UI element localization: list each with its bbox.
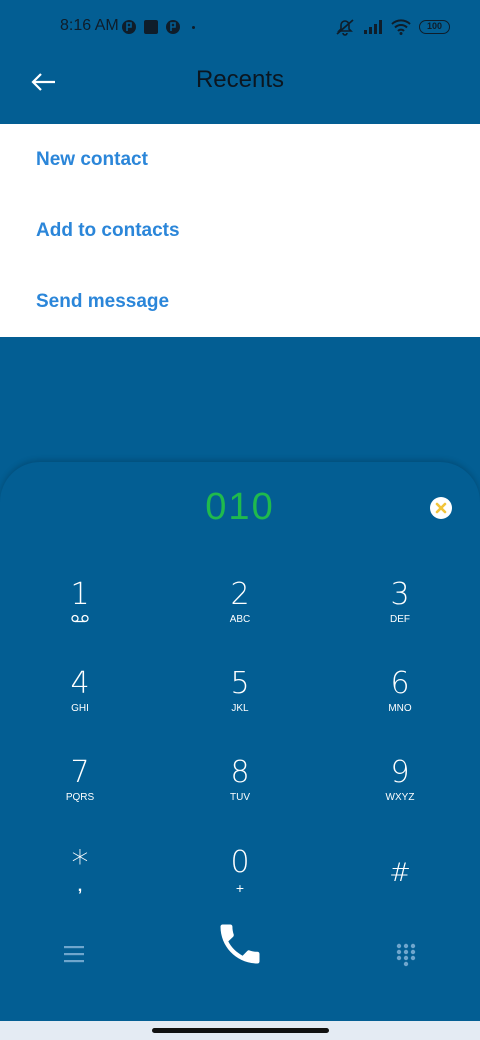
- key-digit: 8: [230, 755, 250, 790]
- clear-icon: [430, 497, 452, 519]
- home-indicator[interactable]: [152, 1028, 329, 1033]
- key-letters: +: [235, 880, 245, 896]
- key-0[interactable]: 0 +: [180, 846, 300, 926]
- key-digit: 1: [70, 577, 90, 612]
- status-dot-icon: [192, 26, 195, 29]
- menu-button[interactable]: [62, 944, 86, 964]
- key-letters: DEF: [390, 614, 410, 625]
- notif-icon-2: [144, 20, 158, 34]
- key-1[interactable]: 1: [20, 578, 140, 658]
- key-letters: JKL: [231, 703, 249, 714]
- key-hash[interactable]: #: [340, 856, 460, 936]
- key-digit: 2: [230, 577, 250, 612]
- key-letters: ABC: [229, 614, 251, 625]
- key-5[interactable]: 5 JKL: [180, 667, 300, 747]
- key-digit: 3: [390, 577, 410, 612]
- status-bar: 8:16 AM 100: [0, 0, 480, 56]
- wifi-icon: [391, 19, 411, 35]
- dialpad-toggle-button[interactable]: [395, 942, 417, 968]
- call-button[interactable]: [214, 918, 266, 970]
- notif-icon-1: [122, 20, 136, 34]
- nav-bar: [0, 1021, 480, 1040]
- key-letters: GHI: [71, 703, 89, 714]
- recents-menu: New contact Add to contacts Send message: [0, 124, 480, 337]
- dialer-panel: 010 1 2 ABC 3 DEF 4 GHI 5 JKL 6 MNO 7 PQ…: [0, 462, 480, 1022]
- key-digit: 5: [230, 666, 250, 701]
- phone-icon: [220, 924, 260, 964]
- key-4[interactable]: 4 GHI: [20, 667, 140, 747]
- voicemail-icon: [71, 614, 89, 623]
- key-letters: TUV: [230, 792, 250, 803]
- key-letters: PQRS: [65, 792, 95, 803]
- hamburger-icon: [64, 946, 84, 963]
- key-star[interactable]: * ,: [20, 846, 140, 926]
- key-6[interactable]: 6 MNO: [340, 667, 460, 747]
- dialpad-icon: [396, 943, 416, 967]
- key-digit: 9: [390, 755, 410, 790]
- key-8[interactable]: 8 TUV: [180, 756, 300, 836]
- key-7[interactable]: 7 PQRS: [20, 756, 140, 836]
- send-message-item[interactable]: Send message: [0, 266, 480, 337]
- mute-icon: [336, 19, 354, 36]
- new-contact-item[interactable]: New contact: [0, 124, 480, 195]
- page-title: Recents: [195, 66, 285, 93]
- clear-button[interactable]: [429, 496, 453, 520]
- key-digit: *: [71, 843, 89, 883]
- status-time: 8:16 AM: [60, 17, 119, 34]
- add-to-contacts-item[interactable]: Add to contacts: [0, 195, 480, 266]
- key-9[interactable]: 9 WXYZ: [340, 756, 460, 836]
- key-2[interactable]: 2 ABC: [180, 578, 300, 658]
- key-letters: ,: [77, 878, 83, 895]
- key-digit: 7: [70, 755, 90, 790]
- notif-icon-3: [166, 20, 180, 34]
- key-digit: #: [389, 858, 411, 888]
- key-digit: 6: [390, 666, 410, 701]
- battery-icon: 100: [419, 20, 450, 34]
- key-3[interactable]: 3 DEF: [340, 578, 460, 658]
- key-digit: 4: [70, 666, 90, 701]
- status-left-icons: [121, 19, 181, 35]
- key-letters: WXYZ: [385, 792, 415, 803]
- key-letters: MNO: [388, 703, 412, 714]
- signal-icon: [364, 20, 382, 34]
- dialed-number: 010: [205, 486, 275, 528]
- status-right-icons: 100: [335, 18, 450, 36]
- key-digit: 0: [230, 845, 250, 880]
